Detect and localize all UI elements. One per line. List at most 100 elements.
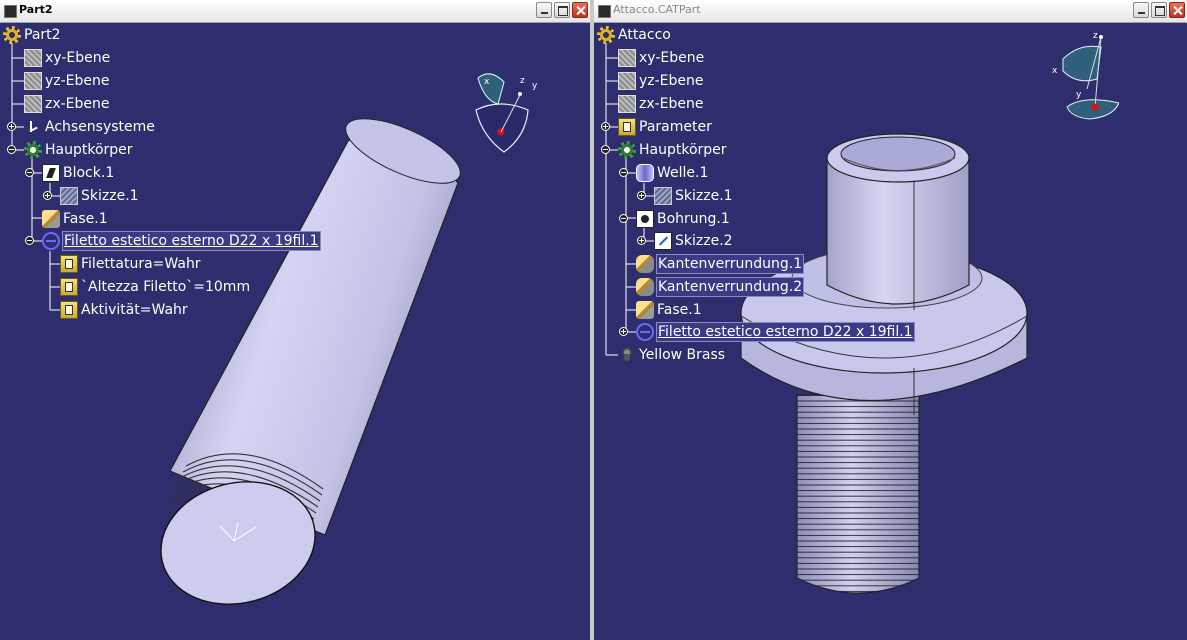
close-button[interactable] <box>1169 2 1185 18</box>
tree-item-cosmetic-thread[interactable]: Filetto estetico esterno D22 x 19fil.1 <box>619 322 914 342</box>
expand-plus-icon[interactable] <box>637 191 646 200</box>
tree-label: Part2 <box>24 27 61 43</box>
tree-label: Fase.1 <box>63 211 108 227</box>
sketch-pen-icon <box>654 232 672 250</box>
tree-label: Skizze.1 <box>81 188 139 204</box>
tree-label-selected: Filetto estetico esterno D22 x 19fil.1 <box>657 323 914 341</box>
shaft-icon <box>636 164 654 182</box>
expand-plus-icon[interactable] <box>637 236 646 245</box>
tree-label: Bohrung.1 <box>657 211 730 227</box>
maximize-button[interactable] <box>554 2 570 18</box>
plane-icon <box>24 95 42 113</box>
chamfer-icon <box>636 301 654 319</box>
tree-item-main-body[interactable]: Hauptkörper <box>601 140 727 160</box>
tree-item-sketch-2[interactable]: Skizze.2 <box>637 231 733 251</box>
tree-label: Achsensysteme <box>45 119 155 135</box>
catia-window-part2[interactable]: x z y Part2 xy-Ebene yz-Ebene zx-Ebene A… <box>0 0 590 640</box>
tree-label: Kantenverrundung.2 <box>657 278 804 296</box>
tree-label: Attacco <box>618 27 671 43</box>
thread-icon <box>42 232 60 250</box>
minimize-button[interactable] <box>536 2 552 18</box>
tree-item-xy-plane[interactable]: xy-Ebene <box>618 48 704 68</box>
expand-plus-icon[interactable] <box>43 191 52 200</box>
fillet-icon <box>636 278 654 296</box>
tree-item-param-threading[interactable]: Filettatura=Wahr <box>60 254 201 274</box>
thread-icon <box>636 323 654 341</box>
specification-tree: Part2 xy-Ebene yz-Ebene zx-Ebene Achsens… <box>0 23 590 640</box>
app-icon <box>4 5 17 18</box>
tree-item-cosmetic-thread[interactable]: Filetto estetico esterno D22 x 19fil.1 <box>25 231 320 251</box>
tree-item-sketch-1[interactable]: Skizze.1 <box>637 186 733 206</box>
expand-plus-icon[interactable] <box>601 122 610 131</box>
tree-item-edge-fillet-2[interactable]: Kantenverrundung.2 <box>636 277 804 297</box>
tree-item-yz-plane[interactable]: yz-Ebene <box>24 71 110 91</box>
tree-item-chamfer[interactable]: Fase.1 <box>636 300 702 320</box>
tree-label: Filettatura=Wahr <box>81 256 201 272</box>
app-icon <box>598 5 611 18</box>
parameter-icon <box>60 278 78 296</box>
tree-item-parameters[interactable]: Parameter <box>601 117 712 137</box>
collapse-minus-icon[interactable] <box>619 168 628 177</box>
close-button[interactable] <box>572 2 588 18</box>
collapse-minus-icon[interactable] <box>619 214 628 223</box>
tree-item-edge-fillet-1[interactable]: Kantenverrundung.1 <box>636 254 804 274</box>
window-titlebar[interactable]: Part2 <box>0 0 590 23</box>
tree-label: Block.1 <box>63 165 115 181</box>
tree-label: yz-Ebene <box>45 73 110 89</box>
body-gear-icon <box>24 141 42 159</box>
collapse-minus-icon[interactable] <box>25 236 34 245</box>
tree-item-param-activity[interactable]: Aktivität=Wahr <box>60 300 188 320</box>
tree-label: Aktivität=Wahr <box>81 302 188 318</box>
tree-item-hole[interactable]: Bohrung.1 <box>619 209 730 229</box>
plane-icon <box>618 72 636 90</box>
tree-label: zx-Ebene <box>639 96 704 112</box>
expand-plus-icon[interactable] <box>7 122 16 131</box>
specification-tree: Attacco xy-Ebene yz-Ebene zx-Ebene Param… <box>594 23 1187 640</box>
chamfer-icon <box>42 210 60 228</box>
tree-label: xy-Ebene <box>639 50 705 66</box>
window-titlebar[interactable]: Attacco.CATPart <box>594 0 1187 23</box>
tree-label: `Altezza Filetto`=10mm <box>81 279 251 295</box>
tree-label: Kantenverrundung.1 <box>657 255 804 273</box>
tree-item-param-thread-height[interactable]: `Altezza Filetto`=10mm <box>60 277 250 297</box>
minimize-button[interactable] <box>1133 2 1149 18</box>
tree-label: zx-Ebene <box>45 96 110 112</box>
tree-item-axis-systems[interactable]: Achsensysteme <box>7 117 155 137</box>
axis-system-icon <box>24 118 42 136</box>
tree-item-chamfer[interactable]: Fase.1 <box>42 209 108 229</box>
tree-item-shaft[interactable]: Welle.1 <box>619 163 709 183</box>
expand-plus-icon[interactable] <box>619 327 628 336</box>
tree-label: Parameter <box>639 119 712 135</box>
tree-label: Hauptkörper <box>639 142 727 158</box>
tree-label-selected: Filetto estetico esterno D22 x 19fil.1 <box>63 232 320 250</box>
plane-icon <box>618 49 636 67</box>
tree-item-zx-plane[interactable]: zx-Ebene <box>618 94 704 114</box>
tree-item-block[interactable]: Block.1 <box>25 163 115 183</box>
sketch-icon <box>60 187 78 205</box>
tree-root-attacco[interactable]: Attacco <box>597 25 671 45</box>
tree-item-xy-plane[interactable]: xy-Ebene <box>24 48 110 68</box>
tree-item-sketch[interactable]: Skizze.1 <box>43 186 139 206</box>
sketch-icon <box>654 187 672 205</box>
tree-item-zx-plane[interactable]: zx-Ebene <box>24 94 110 114</box>
plane-icon <box>24 49 42 67</box>
tree-root-part2[interactable]: Part2 <box>3 25 61 45</box>
window-title: Part2 <box>19 3 53 16</box>
tree-label: xy-Ebene <box>45 50 111 66</box>
collapse-minus-icon[interactable] <box>7 145 16 154</box>
maximize-button[interactable] <box>1151 2 1167 18</box>
catia-window-attacco[interactable]: x z y Attacco xy-Ebene yz-Ebene zx-Ebene… <box>594 0 1187 640</box>
fillet-icon <box>636 255 654 273</box>
collapse-minus-icon[interactable] <box>601 145 610 154</box>
tree-item-main-body[interactable]: Hauptkörper <box>7 140 133 160</box>
body-gear-icon <box>618 141 636 159</box>
tree-item-yz-plane[interactable]: yz-Ebene <box>618 71 704 91</box>
part-icon <box>3 26 21 44</box>
collapse-minus-icon[interactable] <box>25 168 34 177</box>
parameter-icon <box>60 301 78 319</box>
tree-item-material[interactable]: Yellow Brass <box>618 345 725 365</box>
pad-icon <box>42 164 60 182</box>
tree-label: yz-Ebene <box>639 73 704 89</box>
tree-label: Skizze.2 <box>675 233 733 249</box>
tree-label: Welle.1 <box>657 165 709 181</box>
